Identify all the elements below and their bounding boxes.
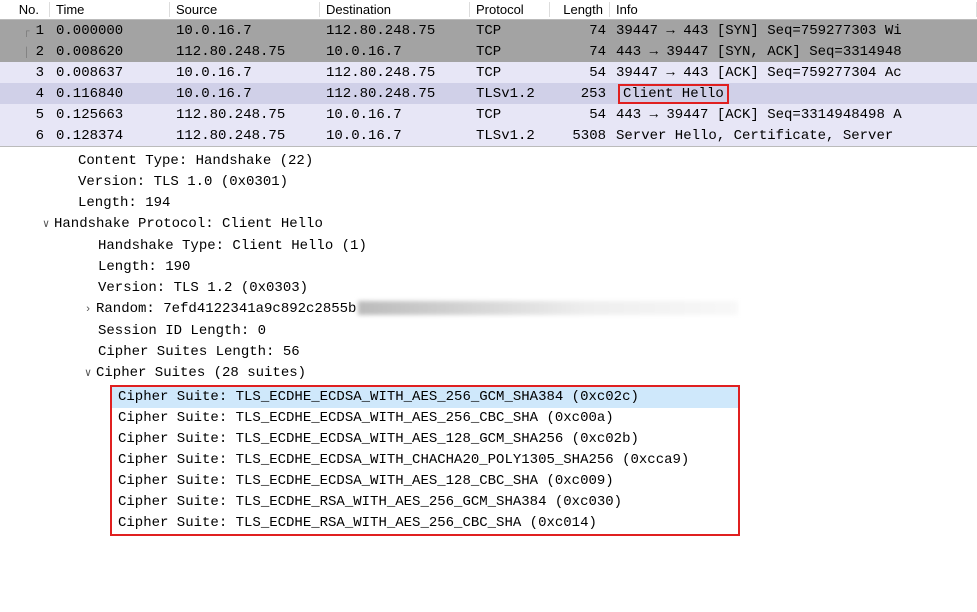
cell-destination: 112.80.248.75 — [320, 23, 470, 39]
cell-info: Server Hello, Certificate, Server — [610, 128, 977, 144]
packet-rows: ┌10.00000010.0.16.7112.80.248.75TCP74394… — [0, 20, 977, 146]
cell-time: 0.008637 — [50, 65, 170, 81]
detail-cipher-suites-len[interactable]: Cipher Suites Length: 56 — [0, 342, 977, 363]
cell-length: 5308 — [550, 128, 610, 144]
detail-cipher-suites-header[interactable]: ∨Cipher Suites (28 suites) — [0, 363, 977, 385]
cell-no: 4 — [0, 86, 50, 102]
cell-info: Client Hello — [610, 84, 977, 104]
cell-destination: 10.0.16.7 — [320, 107, 470, 123]
packet-header-row: No. Time Source Destination Protocol Len… — [0, 0, 977, 20]
packet-list-pane: No. Time Source Destination Protocol Len… — [0, 0, 977, 147]
table-row[interactable]: 40.11684010.0.16.7112.80.248.75TLSv1.225… — [0, 83, 977, 104]
cipher-suite-item[interactable]: Cipher Suite: TLS_ECDHE_ECDSA_WITH_CHACH… — [112, 450, 738, 471]
packet-detail-pane: Content Type: Handshake (22) Version: TL… — [0, 147, 977, 536]
cell-protocol: TCP — [470, 65, 550, 81]
detail-session-id-len[interactable]: Session ID Length: 0 — [0, 321, 977, 342]
cell-source: 112.80.248.75 — [170, 107, 320, 123]
chevron-down-icon[interactable]: ∨ — [38, 215, 54, 236]
cell-no: ┌1 — [0, 23, 50, 39]
detail-handshake-type[interactable]: Handshake Type: Client Hello (1) — [0, 236, 977, 257]
chevron-right-icon[interactable]: › — [80, 300, 96, 321]
cell-info: 443 → 39447 [SYN, ACK] Seq=3314948 — [610, 44, 977, 60]
table-row[interactable]: │20.008620112.80.248.7510.0.16.7TCP74443… — [0, 41, 977, 62]
tree-marker-icon: │ — [18, 48, 36, 59]
cell-destination: 10.0.16.7 — [320, 128, 470, 144]
col-header-info[interactable]: Info — [610, 2, 977, 17]
cell-no: 6 — [0, 128, 50, 144]
cipher-suite-item[interactable]: Cipher Suite: TLS_ECDHE_ECDSA_WITH_AES_1… — [112, 471, 738, 492]
client-hello-highlight: Client Hello — [618, 84, 729, 104]
cipher-suite-item[interactable]: Cipher Suite: TLS_ECDHE_ECDSA_WITH_AES_2… — [112, 387, 738, 408]
cell-info: 443 → 39447 [ACK] Seq=3314948498 A — [610, 107, 977, 123]
detail-record-version[interactable]: Version: TLS 1.0 (0x0301) — [0, 172, 977, 193]
col-header-no[interactable]: No. — [0, 2, 50, 17]
detail-handshake-protocol-label: Handshake Protocol: Client Hello — [54, 216, 323, 232]
cipher-suites-highlight-box: Cipher Suite: TLS_ECDHE_ECDSA_WITH_AES_2… — [110, 385, 740, 536]
cell-length: 253 — [550, 86, 610, 102]
table-row[interactable]: 30.00863710.0.16.7112.80.248.75TCP543944… — [0, 62, 977, 83]
cipher-suite-item[interactable]: Cipher Suite: TLS_ECDHE_ECDSA_WITH_AES_2… — [112, 408, 738, 429]
cell-protocol: TCP — [470, 23, 550, 39]
cipher-suite-item[interactable]: Cipher Suite: TLS_ECDHE_ECDSA_WITH_AES_1… — [112, 429, 738, 450]
cell-length: 74 — [550, 44, 610, 60]
redacted-blur — [358, 301, 738, 315]
detail-random[interactable]: ›Random: 7efd4122341a9c892c2855b — [0, 299, 977, 321]
cell-time: 0.116840 — [50, 86, 170, 102]
detail-content-type[interactable]: Content Type: Handshake (22) — [0, 151, 977, 172]
detail-handshake-version[interactable]: Version: TLS 1.2 (0x0303) — [0, 278, 977, 299]
cell-protocol: TLSv1.2 — [470, 128, 550, 144]
col-header-time[interactable]: Time — [50, 2, 170, 17]
cell-time: 0.000000 — [50, 23, 170, 39]
cell-no: 3 — [0, 65, 50, 81]
detail-handshake-length[interactable]: Length: 190 — [0, 257, 977, 278]
cell-destination: 112.80.248.75 — [320, 86, 470, 102]
cell-destination: 10.0.16.7 — [320, 44, 470, 60]
cell-time: 0.125663 — [50, 107, 170, 123]
cell-no: │2 — [0, 44, 50, 60]
cell-source: 10.0.16.7 — [170, 86, 320, 102]
cipher-suites-header-label: Cipher Suites (28 suites) — [96, 365, 306, 381]
cell-no: 5 — [0, 107, 50, 123]
tree-marker-icon: ┌ — [18, 27, 36, 38]
detail-handshake-protocol[interactable]: ∨Handshake Protocol: Client Hello — [0, 214, 977, 236]
table-row[interactable]: 60.128374112.80.248.7510.0.16.7TLSv1.253… — [0, 125, 977, 146]
col-header-len[interactable]: Length — [550, 2, 610, 17]
cell-protocol: TCP — [470, 107, 550, 123]
chevron-down-icon[interactable]: ∨ — [80, 364, 96, 385]
cell-length: 54 — [550, 65, 610, 81]
cell-length: 54 — [550, 107, 610, 123]
table-row[interactable]: ┌10.00000010.0.16.7112.80.248.75TCP74394… — [0, 20, 977, 41]
col-header-src[interactable]: Source — [170, 2, 320, 17]
detail-record-length[interactable]: Length: 194 — [0, 193, 977, 214]
cell-length: 74 — [550, 23, 610, 39]
cell-time: 0.008620 — [50, 44, 170, 60]
detail-random-label: Random: 7efd4122341a9c892c2855b — [96, 301, 356, 317]
cipher-suite-item[interactable]: Cipher Suite: TLS_ECDHE_RSA_WITH_AES_256… — [112, 492, 738, 513]
cell-source: 112.80.248.75 — [170, 128, 320, 144]
cell-source: 10.0.16.7 — [170, 65, 320, 81]
cipher-suite-item[interactable]: Cipher Suite: TLS_ECDHE_RSA_WITH_AES_256… — [112, 513, 738, 534]
cell-protocol: TCP — [470, 44, 550, 60]
col-header-dst[interactable]: Destination — [320, 2, 470, 17]
cell-protocol: TLSv1.2 — [470, 86, 550, 102]
cell-destination: 112.80.248.75 — [320, 65, 470, 81]
cell-source: 10.0.16.7 — [170, 23, 320, 39]
table-row[interactable]: 50.125663112.80.248.7510.0.16.7TCP54443 … — [0, 104, 977, 125]
col-header-proto[interactable]: Protocol — [470, 2, 550, 17]
cell-info: 39447 → 443 [ACK] Seq=759277304 Ac — [610, 65, 977, 81]
cell-source: 112.80.248.75 — [170, 44, 320, 60]
cell-time: 0.128374 — [50, 128, 170, 144]
cell-info: 39447 → 443 [SYN] Seq=759277303 Wi — [610, 23, 977, 39]
